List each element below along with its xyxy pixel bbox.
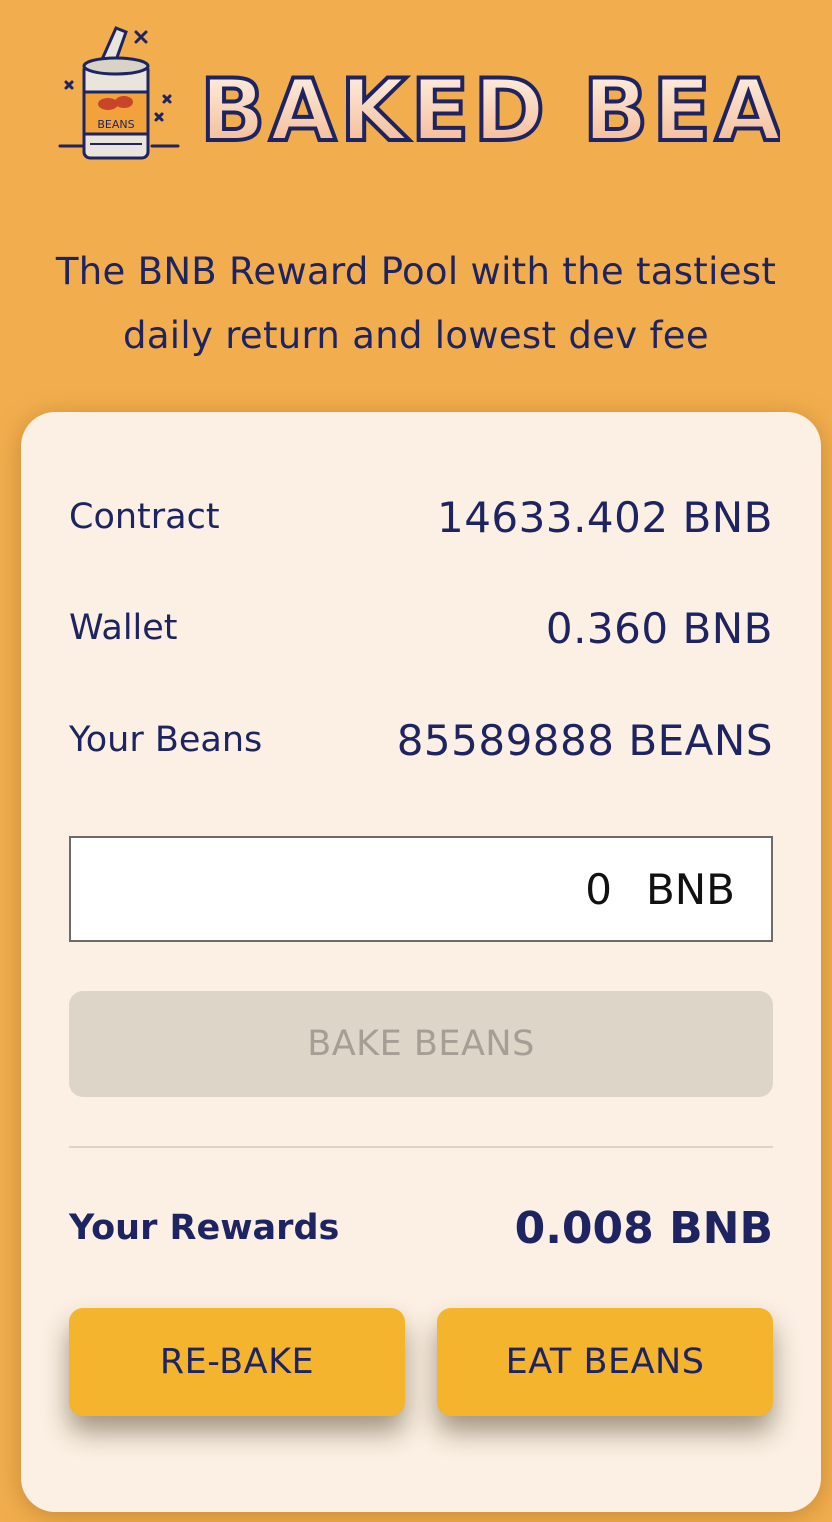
header: BEANS BAKED BEANS bbox=[0, 0, 832, 190]
bake-beans-button[interactable]: BAKE BEANS bbox=[69, 991, 773, 1097]
bnb-amount-value[interactable]: 0 bbox=[585, 865, 612, 914]
contract-label: Contract bbox=[69, 497, 220, 537]
divider bbox=[69, 1146, 773, 1148]
contract-value: 14633.402 BNB bbox=[436, 492, 773, 542]
rewards-label: Your Rewards bbox=[69, 1208, 340, 1248]
beans-label: Your Beans bbox=[69, 720, 263, 760]
tagline-line-2: daily return and lowest dev fee bbox=[123, 314, 709, 357]
beans-row: Your Beans 85589888 BEANS bbox=[69, 710, 773, 770]
bean-can-logo: BEANS bbox=[58, 26, 180, 160]
eat-beans-button[interactable]: EAT BEANS bbox=[437, 1308, 773, 1416]
bnb-unit-label: BNB bbox=[645, 864, 735, 914]
pool-card: Contract 14633.402 BNB Wallet 0.360 BNB … bbox=[21, 412, 821, 1512]
rewards-value: 0.008 BNB bbox=[514, 1202, 773, 1254]
tagline-line-1: The BNB Reward Pool with the tastiest bbox=[55, 250, 777, 293]
bnb-amount-input[interactable]: 0 BNB bbox=[69, 836, 773, 942]
contract-row: Contract 14633.402 BNB bbox=[69, 487, 773, 547]
wallet-label: Wallet bbox=[69, 608, 178, 648]
beans-value: 85589888 BEANS bbox=[396, 715, 773, 765]
logo-text: BAKED BEANS bbox=[200, 61, 780, 161]
rewards-row: Your Rewards 0.008 BNB bbox=[69, 1198, 773, 1258]
wallet-row: Wallet 0.360 BNB bbox=[69, 598, 773, 658]
can-label: BEANS bbox=[97, 118, 134, 131]
tagline: The BNB Reward Pool with the tastiest da… bbox=[10, 240, 822, 368]
baked-beans-wordmark: BAKED BEANS bbox=[200, 59, 780, 163]
wallet-value: 0.360 BNB bbox=[545, 603, 773, 653]
rebake-button[interactable]: RE-BAKE bbox=[69, 1308, 405, 1416]
